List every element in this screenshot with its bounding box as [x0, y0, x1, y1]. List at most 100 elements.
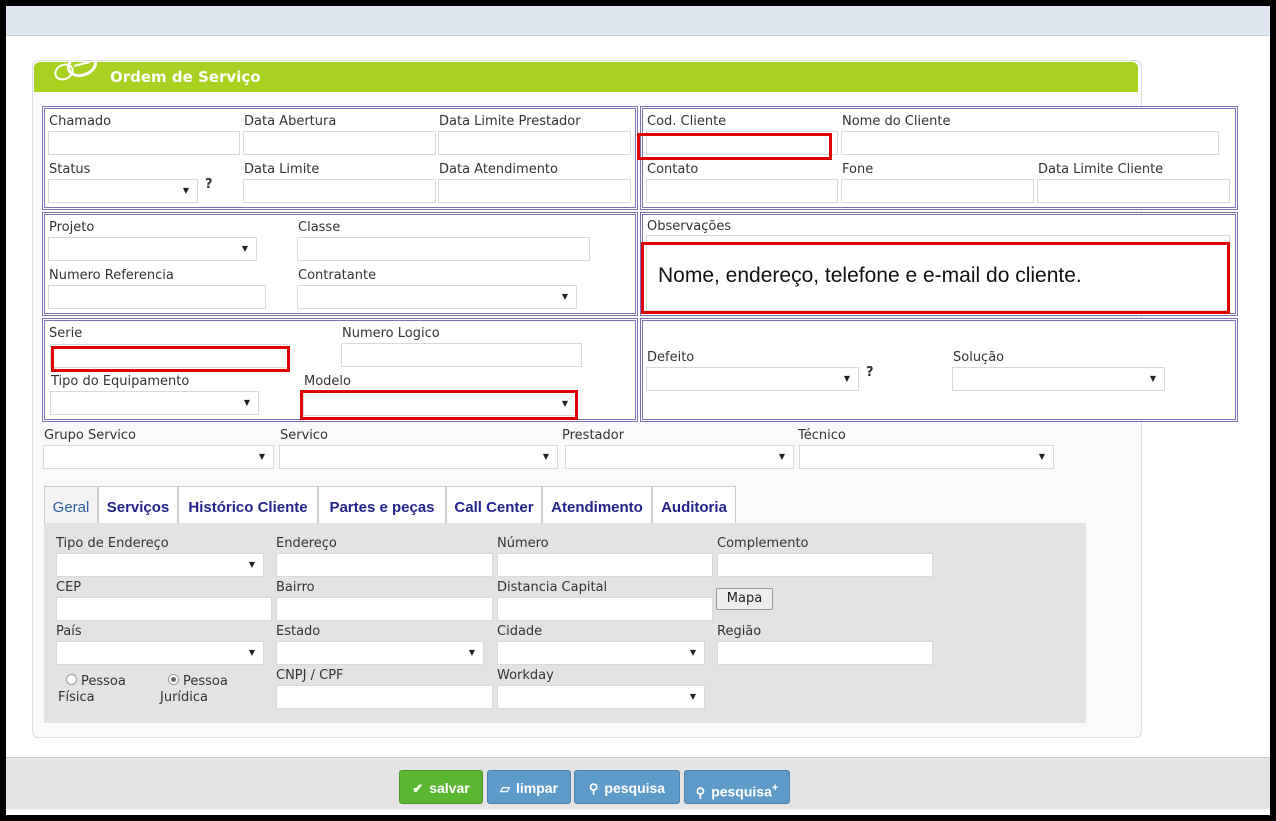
- endereco-input[interactable]: [276, 553, 493, 577]
- numero-logico-input[interactable]: [341, 343, 582, 367]
- observacoes-annotation: Nome, endereço, telefone e e-mail do cli…: [658, 264, 1082, 287]
- tab-historico-cliente[interactable]: Histórico Cliente: [178, 486, 318, 526]
- numero-label: Número: [497, 536, 549, 551]
- classe-input[interactable]: [297, 237, 590, 261]
- pais-select[interactable]: [56, 641, 264, 665]
- data-limite-prestador-label: Data Limite Prestador: [439, 114, 581, 129]
- tipo-equipamento-select[interactable]: [50, 391, 259, 415]
- contratante-select[interactable]: [297, 285, 577, 309]
- tipo-endereco-select[interactable]: [56, 553, 264, 577]
- status-label: Status: [49, 162, 91, 177]
- top-bar: [6, 6, 1270, 36]
- data-atendimento-input[interactable]: [438, 179, 631, 203]
- numero-referencia-label: Numero Referencia: [49, 268, 174, 283]
- workday-label: Workday: [497, 668, 554, 683]
- distancia-capital-input[interactable]: [497, 597, 713, 621]
- cep-label: CEP: [56, 580, 82, 595]
- card-header: Ordem de Serviço: [34, 52, 1138, 92]
- pessoa-fisica-label-1: Pessoa: [81, 674, 126, 689]
- fone-label: Fone: [842, 162, 874, 177]
- bairro-input[interactable]: [276, 597, 493, 621]
- regiao-label: Região: [717, 624, 762, 639]
- tipo-endereco-label: Tipo de Endereço: [56, 536, 169, 551]
- limpar-label: limpar: [515, 780, 558, 796]
- data-limite-input[interactable]: [243, 179, 436, 203]
- tab-call-center[interactable]: Call Center: [446, 486, 542, 526]
- tab-atendimento[interactable]: Atendimento: [542, 486, 652, 526]
- check-icon: ✔: [412, 781, 424, 796]
- cnpj-cpf-label: CNPJ / CPF: [276, 668, 344, 683]
- page-title: Ordem de Serviço: [110, 68, 261, 86]
- data-abertura-label: Data Abertura: [244, 114, 337, 129]
- prestador-label: Prestador: [562, 428, 625, 443]
- tecnico-select[interactable]: [799, 445, 1054, 469]
- cidade-select[interactable]: [497, 641, 705, 665]
- tab-partes-pecas[interactable]: Partes e peças: [318, 486, 446, 526]
- serie-highlight: [51, 346, 290, 372]
- defeito-label: Defeito: [647, 350, 695, 365]
- pessoa-juridica-label-2: Jurídica: [160, 690, 209, 705]
- classe-label: Classe: [298, 220, 341, 235]
- numero-input[interactable]: [497, 553, 713, 577]
- prestador-select[interactable]: [565, 445, 794, 469]
- cod-cliente-highlight: [637, 133, 832, 160]
- status-help-icon[interactable]: ?: [205, 177, 213, 192]
- chamado-label: Chamado: [49, 114, 112, 129]
- mapa-button[interactable]: Mapa: [716, 588, 773, 610]
- salvar-label: salvar: [429, 780, 470, 796]
- tab-auditoria[interactable]: Auditoria: [652, 486, 736, 526]
- contato-label: Contato: [647, 162, 699, 177]
- defeito-help-icon[interactable]: ?: [866, 365, 874, 380]
- limpar-button[interactable]: ▱ limpar: [487, 770, 571, 804]
- pesquisa-plus-label: pesquisa: [711, 783, 772, 800]
- chamado-input[interactable]: [48, 131, 240, 155]
- pessoa-juridica-label-1: Pessoa: [183, 674, 228, 689]
- fone-input[interactable]: [841, 179, 1034, 203]
- projeto-label: Projeto: [49, 220, 95, 235]
- tecnico-label: Técnico: [798, 428, 846, 443]
- data-limite-cliente-input[interactable]: [1037, 179, 1230, 203]
- modelo-label: Modelo: [304, 374, 351, 389]
- status-select[interactable]: [48, 179, 198, 203]
- search-icon: ⚲: [588, 781, 599, 796]
- regiao-input[interactable]: [717, 641, 933, 665]
- defeito-select[interactable]: [646, 367, 859, 391]
- nome-cliente-label: Nome do Cliente: [842, 114, 951, 129]
- servico-select[interactable]: [279, 445, 558, 469]
- logo-icon: [54, 52, 98, 81]
- projeto-select[interactable]: [48, 237, 257, 261]
- contratante-label: Contratante: [298, 268, 377, 283]
- tab-servicos[interactable]: Serviços: [98, 486, 178, 526]
- observacoes-label: Observações: [647, 219, 732, 234]
- grupo-servico-label: Grupo Servico: [44, 428, 136, 443]
- search-plus-icon: ⚲: [695, 784, 706, 800]
- data-limite-cliente-label: Data Limite Cliente: [1038, 162, 1164, 177]
- estado-select[interactable]: [276, 641, 484, 665]
- servico-label: Servico: [280, 428, 329, 443]
- grupo-servico-select[interactable]: [43, 445, 274, 469]
- complemento-input[interactable]: [717, 553, 933, 577]
- pesquisa-button[interactable]: ⚲ pesquisa: [574, 770, 680, 804]
- pesquisa-avancada-button[interactable]: ⚲ pesquisa+: [684, 770, 790, 804]
- nome-cliente-input[interactable]: [841, 131, 1219, 155]
- tab-geral[interactable]: Geral: [44, 486, 98, 526]
- pesquisa-label: pesquisa: [604, 780, 666, 796]
- workday-select[interactable]: [497, 685, 705, 709]
- salvar-button[interactable]: ✔ salvar: [399, 770, 483, 804]
- solucao-label: Solução: [953, 350, 1005, 365]
- pessoa-fisica-radio[interactable]: [66, 674, 77, 685]
- serie-label: Serie: [49, 326, 83, 341]
- solucao-select[interactable]: [952, 367, 1165, 391]
- tipo-equipamento-label: Tipo do Equipamento: [51, 374, 190, 389]
- data-limite-label: Data Limite: [244, 162, 320, 177]
- data-limite-prestador-input[interactable]: [438, 131, 631, 155]
- endereco-label: Endereço: [276, 536, 337, 551]
- cep-input[interactable]: [56, 597, 272, 621]
- pessoa-juridica-radio[interactable]: [168, 674, 179, 685]
- data-atendimento-label: Data Atendimento: [439, 162, 558, 177]
- data-abertura-input[interactable]: [243, 131, 436, 155]
- cnpj-cpf-input[interactable]: [276, 685, 493, 709]
- contato-input[interactable]: [646, 179, 838, 203]
- numero-referencia-input[interactable]: [48, 285, 266, 309]
- bairro-label: Bairro: [276, 580, 315, 595]
